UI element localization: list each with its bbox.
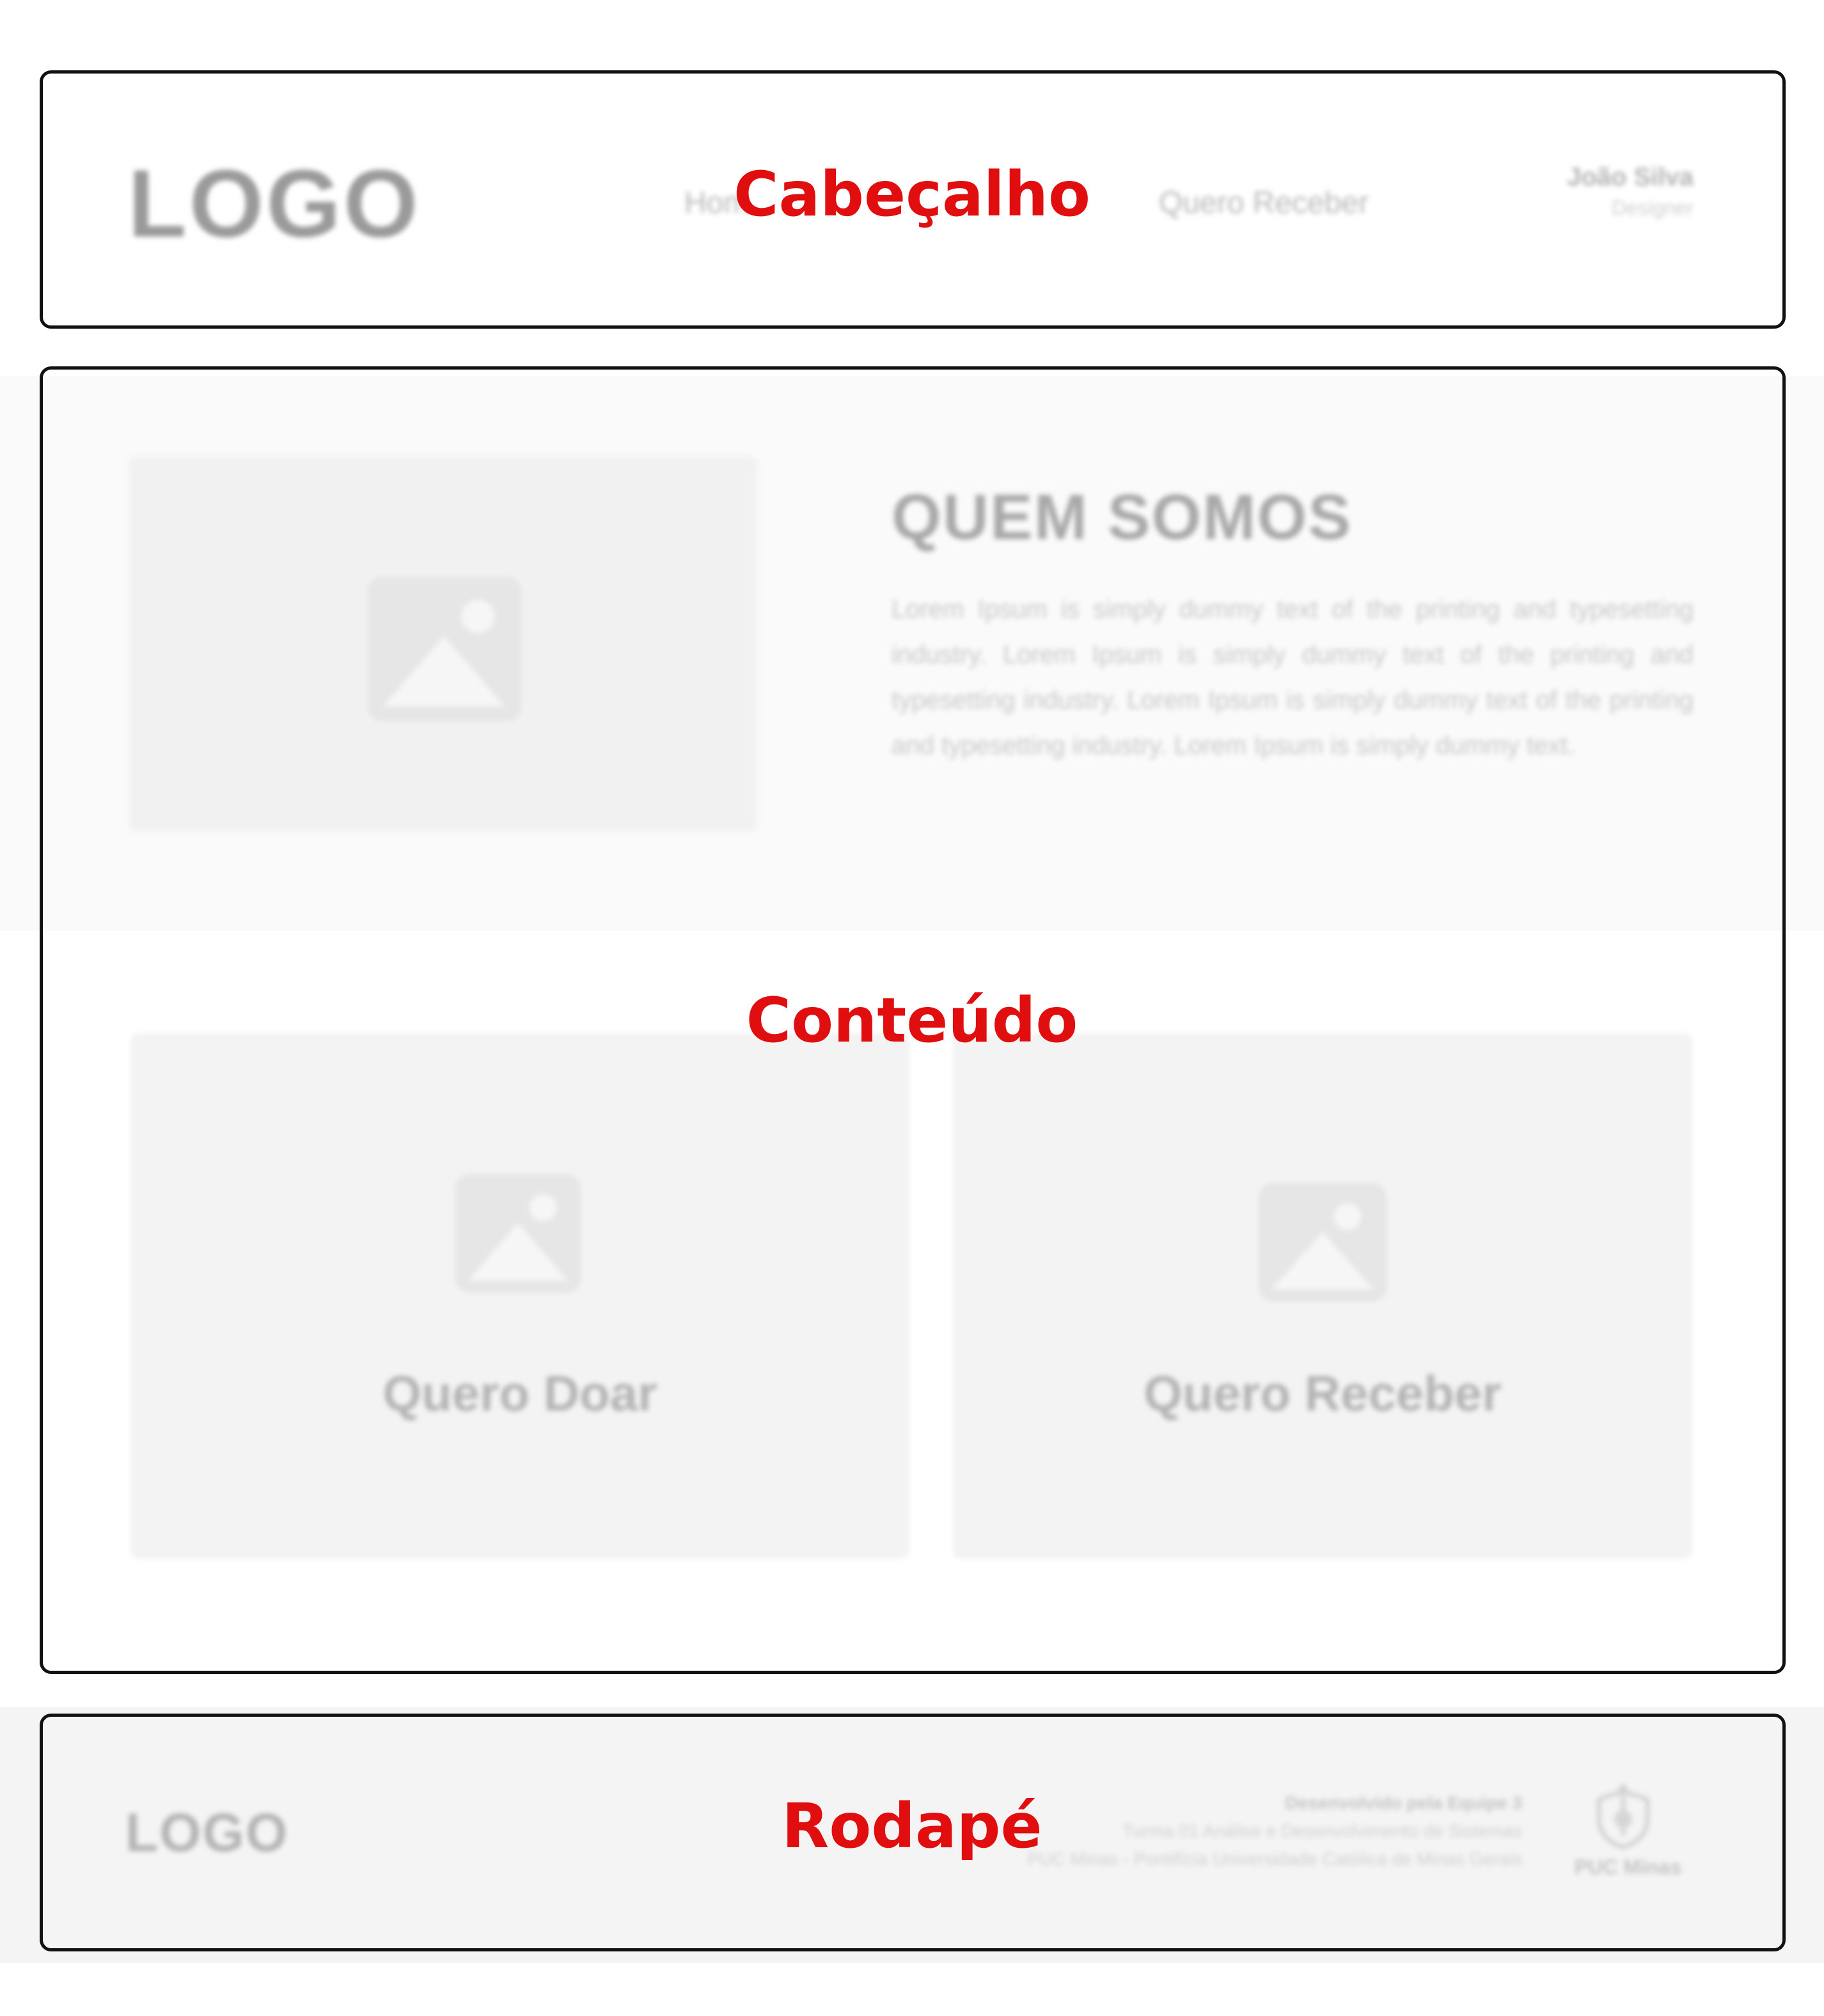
content-section-label: Conteúdo	[746, 985, 1078, 1056]
footer-section-label: Rodapé	[782, 1790, 1042, 1862]
header-section-label: Cabeçalho	[734, 159, 1090, 230]
